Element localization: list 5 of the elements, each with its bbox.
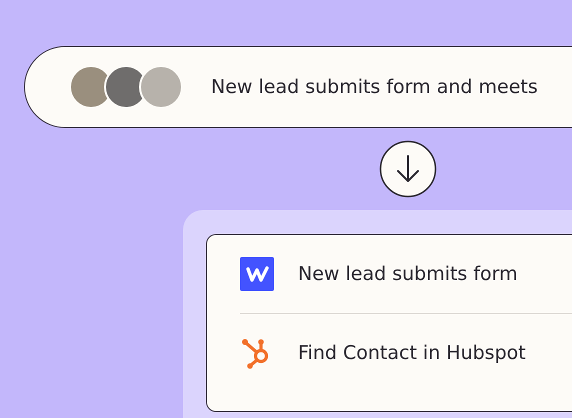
webflow-logo-icon [240,257,274,291]
trigger-label: New lead submits form and meets [211,76,538,98]
step-label: Find Contact in Hubspot [298,342,526,364]
step-label: New lead submits form [298,263,518,285]
trigger-pill[interactable]: New lead submits form and meets [24,46,572,128]
